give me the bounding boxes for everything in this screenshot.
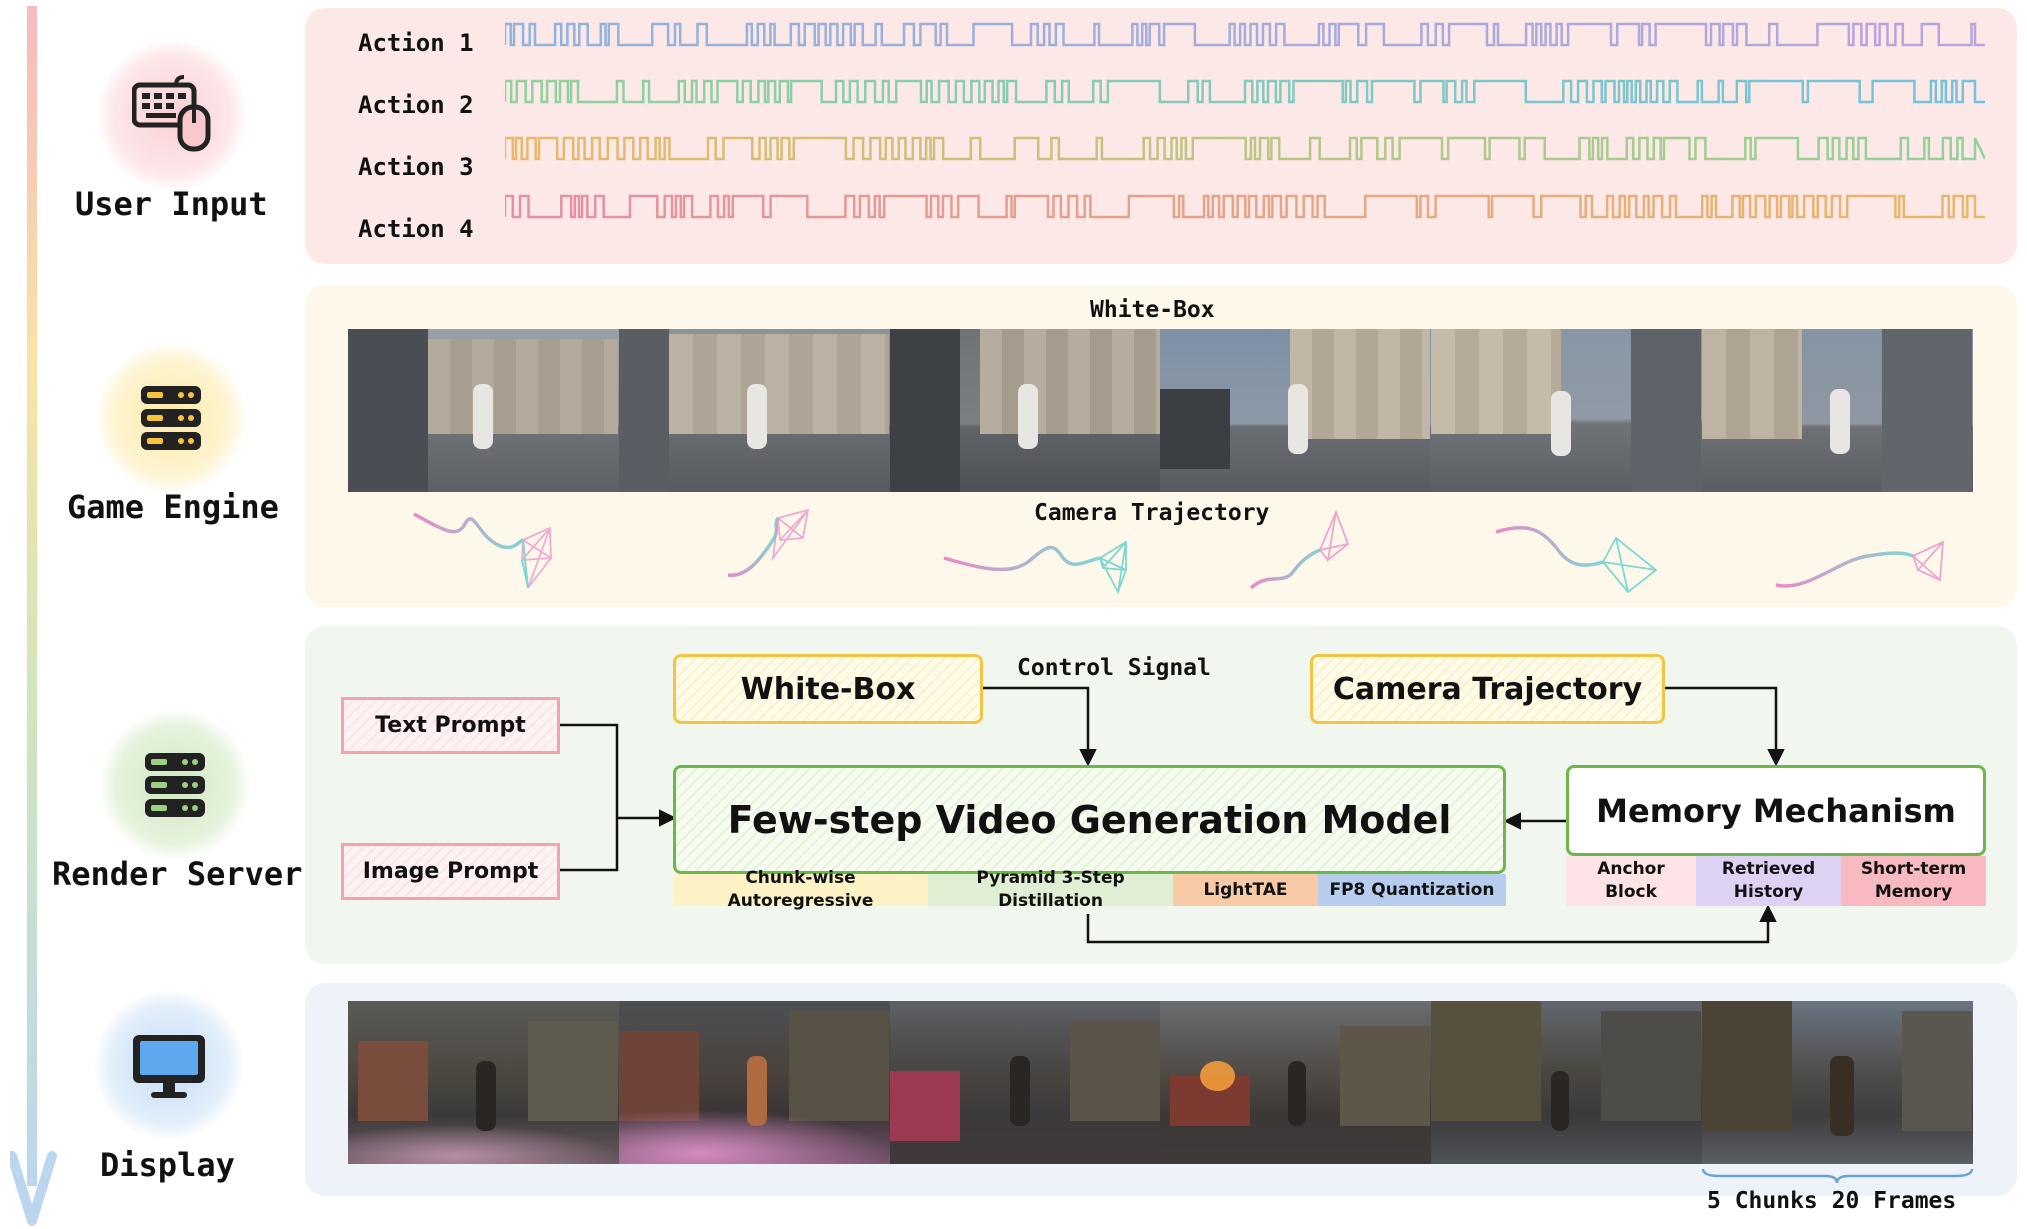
stage-label-render-server: Render Server — [52, 855, 303, 893]
model-tag-lighttae: LightTAE — [1173, 874, 1318, 906]
game-engine-icon-circle — [96, 343, 246, 493]
memory-tag-short-term-memory: Short-term Memory — [1841, 856, 1986, 906]
camera-trajectory-2 — [727, 508, 810, 577]
camera-trajectory-6 — [1775, 540, 1945, 588]
stage-label-game-engine: Game Engine — [67, 488, 279, 526]
display-caption-brace — [1701, 1168, 1974, 1184]
action-label-2: Action 2 — [358, 91, 474, 119]
action-signal-4 — [505, 194, 1985, 219]
display-frame — [1702, 1001, 1973, 1164]
action-signal-1 — [505, 22, 1985, 47]
whitebox-frame — [1160, 329, 1432, 492]
camera-trajectory-5 — [1495, 526, 1658, 594]
image-prompt-box: Image Prompt — [341, 843, 560, 900]
display-frame — [618, 1001, 890, 1164]
display-caption: 5 Chunks 20 Frames — [1707, 1188, 1957, 1214]
action-label-3: Action 3 — [358, 153, 474, 181]
action-label-4: Action 4 — [358, 215, 474, 243]
model-tag-chunk-wise-autoregressive: Chunk-wise Autoregressive — [673, 868, 928, 911]
camera-trajectories — [413, 508, 1945, 595]
flow-arrow — [10, 6, 57, 1226]
render-server-icon-circle — [100, 710, 250, 860]
display-frame — [348, 1001, 619, 1164]
action-signal-3 — [505, 136, 1985, 161]
whitebox-frame — [889, 329, 1161, 492]
user-input-icon-circle — [97, 40, 247, 190]
stage-label-user-input: User Input — [75, 185, 268, 223]
camera-trajectory-1 — [413, 512, 552, 589]
text-prompt-box: Text Prompt — [341, 697, 560, 754]
stage-label-display: Display — [100, 1146, 235, 1184]
whitebox-frame — [1431, 329, 1703, 492]
whitebox-frame — [348, 329, 619, 492]
model-tag-fp8-quantization: FP8 Quantization — [1318, 874, 1506, 906]
display-icon-circle — [94, 990, 244, 1140]
camera-trajectory-4 — [1249, 509, 1350, 590]
control-signal-label: Control Signal — [1017, 655, 1211, 681]
whitebox-control-box: White-Box — [673, 654, 983, 724]
display-frame — [889, 1001, 1161, 1164]
memory-mechanism-box: Memory Mechanism — [1566, 765, 1986, 856]
display-frames — [348, 1001, 1973, 1164]
keyboard-mouse-icon — [132, 75, 211, 152]
whitebox-frame — [1702, 329, 1973, 492]
action-signals — [505, 22, 1985, 219]
monitor-icon — [133, 1035, 205, 1098]
camera-trajectory-control-box: Camera Trajectory — [1310, 654, 1665, 724]
display-frame — [1160, 1001, 1432, 1164]
action-label-1: Action 1 — [358, 29, 474, 57]
few-step-video-generation-model: Few-step Video Generation Model — [673, 765, 1506, 874]
model-tag-pyramid-distillation: Pyramid 3-Step Distillation — [928, 868, 1173, 911]
whitebox-strip-title: White-Box — [1090, 297, 1215, 323]
server-icon — [141, 386, 201, 450]
memory-tag-retrieved-history: Retrieved History — [1696, 856, 1841, 906]
action-signal-2 — [505, 79, 1985, 104]
camera-trajectory-3 — [943, 540, 1127, 595]
server-icon — [145, 753, 205, 817]
memory-tag-anchor-block: Anchor Block — [1566, 856, 1696, 906]
whitebox-frame — [618, 329, 890, 492]
whitebox-frames — [348, 329, 1973, 492]
display-frame — [1431, 1001, 1703, 1164]
